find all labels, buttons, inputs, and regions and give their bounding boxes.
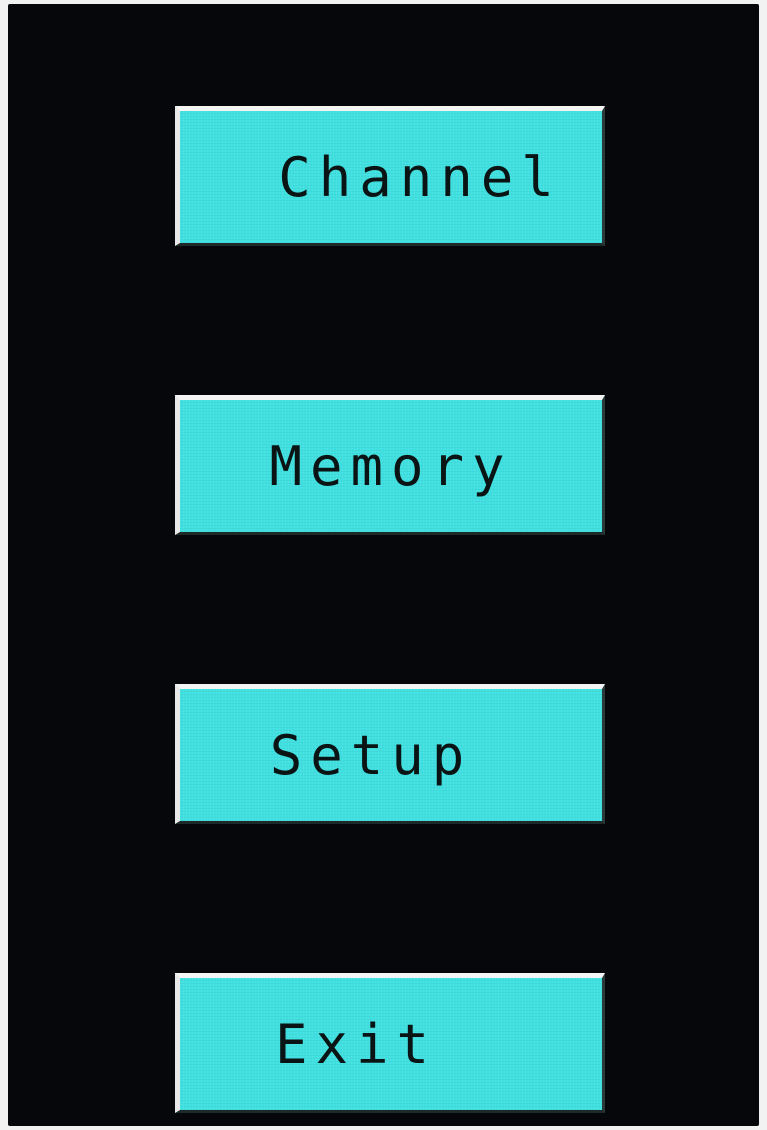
memory-button[interactable]: Memory	[175, 395, 605, 535]
setup-button[interactable]: Setup	[175, 684, 605, 824]
exit-button-label: Exit	[274, 1012, 438, 1076]
exit-button[interactable]: Exit	[175, 973, 605, 1113]
device-screen: Channel Memory Setup Exit	[8, 4, 759, 1126]
channel-button-label: Channel	[278, 145, 562, 209]
setup-button-label: Setup	[269, 723, 473, 787]
memory-button-label: Memory	[269, 434, 513, 498]
channel-button[interactable]: Channel	[175, 106, 605, 246]
